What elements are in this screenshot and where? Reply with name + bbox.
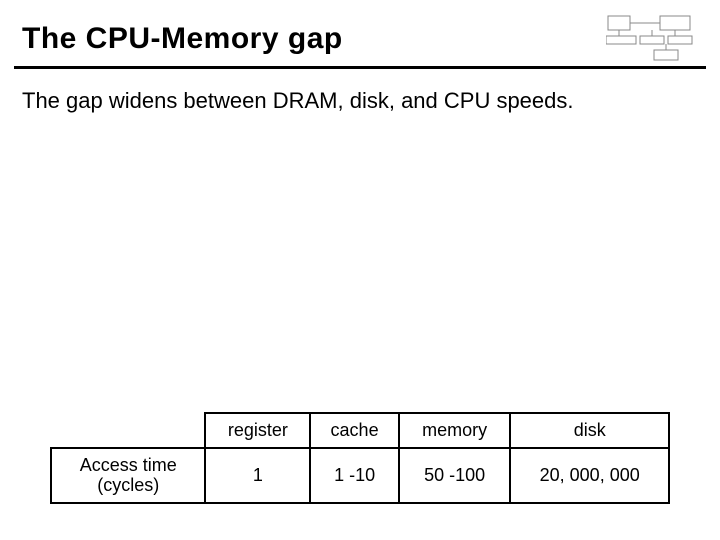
slide: The CPU-Memory gap The gap widens betwee… xyxy=(0,0,720,540)
cell-register: 1 xyxy=(205,448,310,503)
table-row: Access time (cycles) 1 1 -10 50 -100 20,… xyxy=(51,448,669,503)
cell-memory: 50 -100 xyxy=(399,448,510,503)
access-time-table: register cache memory disk Access time (… xyxy=(50,412,670,504)
table-corner-empty xyxy=(51,413,205,448)
row-label-access-time: Access time (cycles) xyxy=(51,448,205,503)
cell-disk: 20, 000, 000 xyxy=(510,448,669,503)
table-header-row: register cache memory disk xyxy=(51,413,669,448)
cell-cache: 1 -10 xyxy=(310,448,399,503)
row-label-line1: Access time xyxy=(80,455,177,475)
subtitle: The gap widens between DRAM, disk, and C… xyxy=(22,88,574,114)
col-header-memory: memory xyxy=(399,413,510,448)
page-title: The CPU-Memory gap xyxy=(22,22,343,56)
col-header-disk: disk xyxy=(510,413,669,448)
cpu-memory-diagram-icon xyxy=(606,14,694,64)
row-label-line2: (cycles) xyxy=(97,475,159,495)
title-divider xyxy=(14,66,706,69)
col-header-register: register xyxy=(205,413,310,448)
col-header-cache: cache xyxy=(310,413,399,448)
